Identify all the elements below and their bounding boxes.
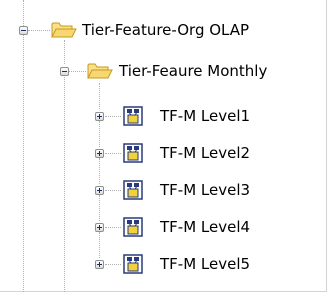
tree-node-level[interactable]: TF-M Level5 (0, 252, 327, 276)
cube-hierarchy-icon (123, 106, 143, 126)
tree-node-label[interactable]: TF-M Level3 (159, 180, 251, 200)
tree-node-label[interactable]: TF-M Level4 (159, 217, 251, 237)
cube-hierarchy-icon (123, 217, 143, 237)
collapse-toggle-icon[interactable] (19, 26, 28, 35)
folder-open-icon (87, 63, 113, 79)
cube-hierarchy-icon (123, 143, 143, 163)
expand-toggle-icon[interactable] (95, 223, 104, 232)
tree-node-root[interactable]: Tier-Feature-Org OLAP (0, 18, 327, 42)
collapse-toggle-icon[interactable] (60, 67, 69, 76)
expand-toggle-icon[interactable] (95, 149, 104, 158)
tree-panel: Tier-Feature-Org OLAP Tier-Feaure Monthl… (0, 0, 327, 292)
tree-node-level[interactable]: TF-M Level3 (0, 178, 327, 202)
tree-node-label[interactable]: TF-M Level1 (159, 106, 251, 126)
cube-hierarchy-icon (123, 180, 143, 200)
tree-node-level[interactable]: TF-M Level2 (0, 141, 327, 165)
tree-node-label[interactable]: Tier-Feature-Org OLAP (81, 20, 250, 40)
tree-node-level[interactable]: TF-M Level1 (0, 104, 327, 128)
folder-open-icon (51, 22, 77, 38)
expand-toggle-icon[interactable] (95, 112, 104, 121)
tree-node-folder[interactable]: Tier-Feaure Monthly (0, 59, 327, 83)
tree-node-label[interactable]: TF-M Level5 (159, 254, 251, 274)
expand-toggle-icon[interactable] (95, 260, 104, 269)
expand-toggle-icon[interactable] (95, 186, 104, 195)
tree-node-level[interactable]: TF-M Level4 (0, 215, 327, 239)
tree-node-label[interactable]: Tier-Feaure Monthly (118, 61, 268, 81)
tree-node-label[interactable]: TF-M Level2 (159, 143, 251, 163)
cube-hierarchy-icon (123, 254, 143, 274)
